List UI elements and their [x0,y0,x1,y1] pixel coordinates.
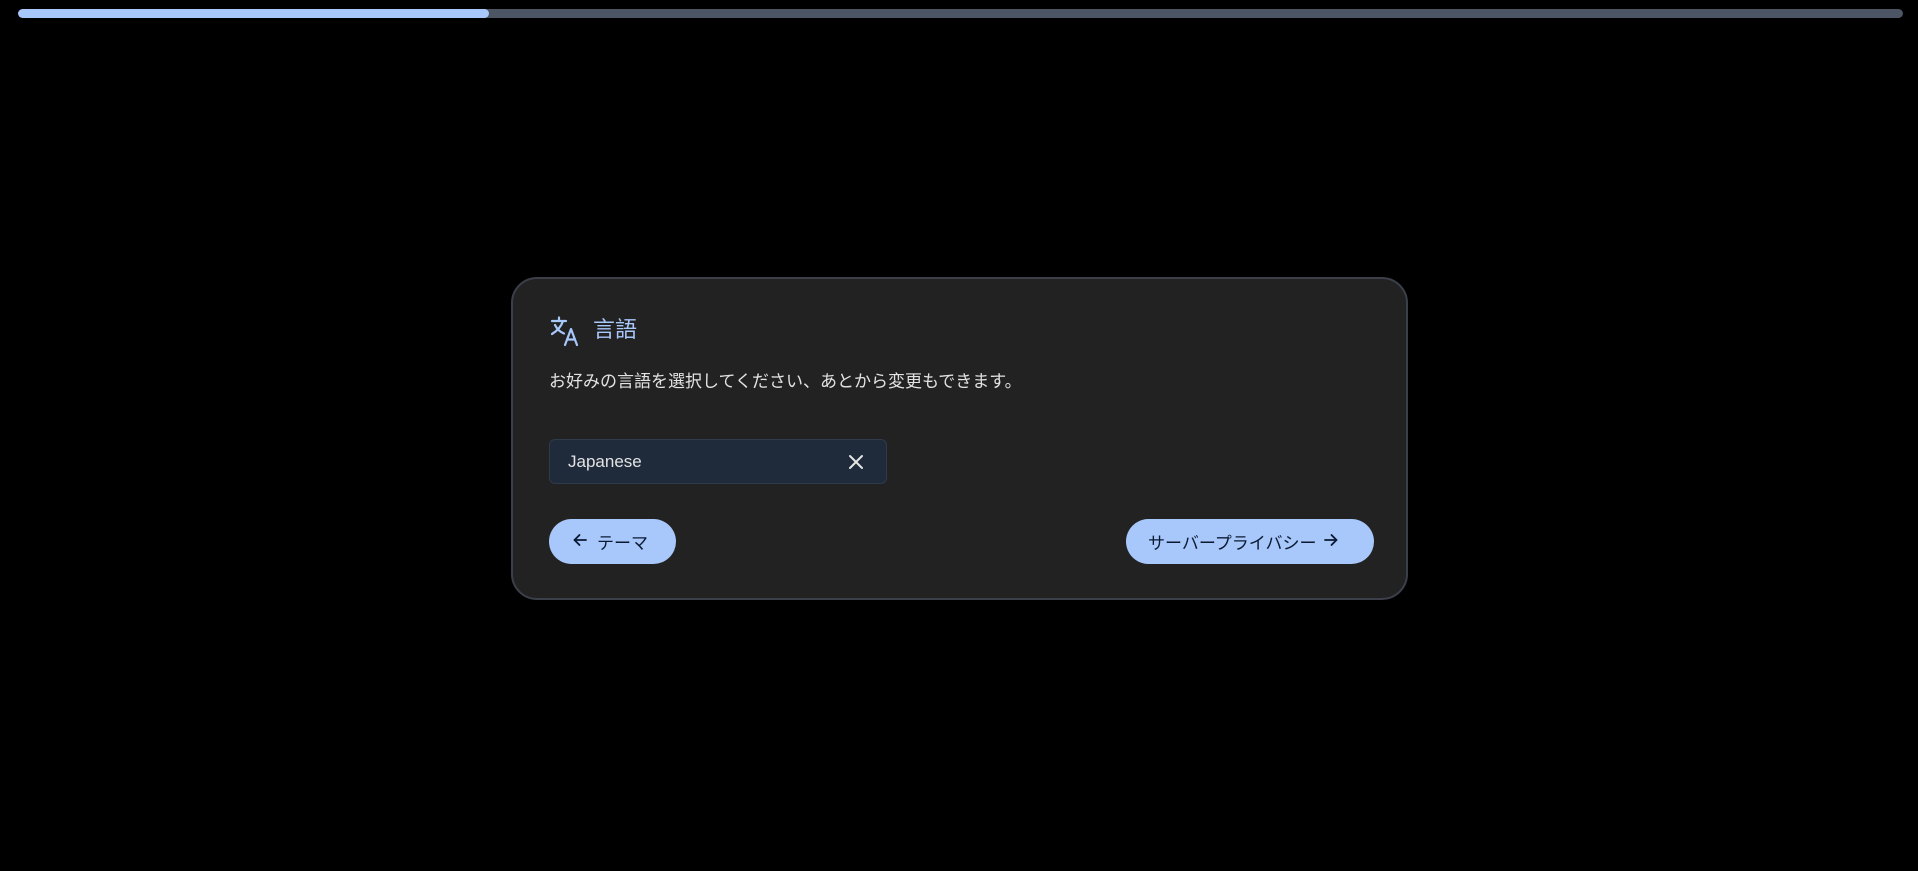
language-select[interactable]: Japanese [549,439,887,484]
back-button-label: テーマ [597,534,648,554]
progress-fill [18,9,490,18]
back-button[interactable]: テーマ [549,519,676,564]
arrow-left-icon [573,532,587,552]
next-button[interactable]: サーバープライバシー [1126,519,1374,564]
card-title: 言語 [593,318,638,343]
next-button-label: サーバープライバシー [1148,534,1317,554]
card-description: お好みの言語を選択してください、あとから変更もできます。 [549,372,1022,392]
arrow-right-icon [1324,532,1338,552]
setup-progress-bar [18,9,1903,18]
close-icon[interactable] [838,444,874,480]
translate-icon [549,315,581,347]
language-card: 言語 お好みの言語を選択してください、あとから変更もできます。 Japanese… [511,277,1408,600]
card-header: 言語 [549,315,637,347]
language-select-value: Japanese [568,451,642,471]
